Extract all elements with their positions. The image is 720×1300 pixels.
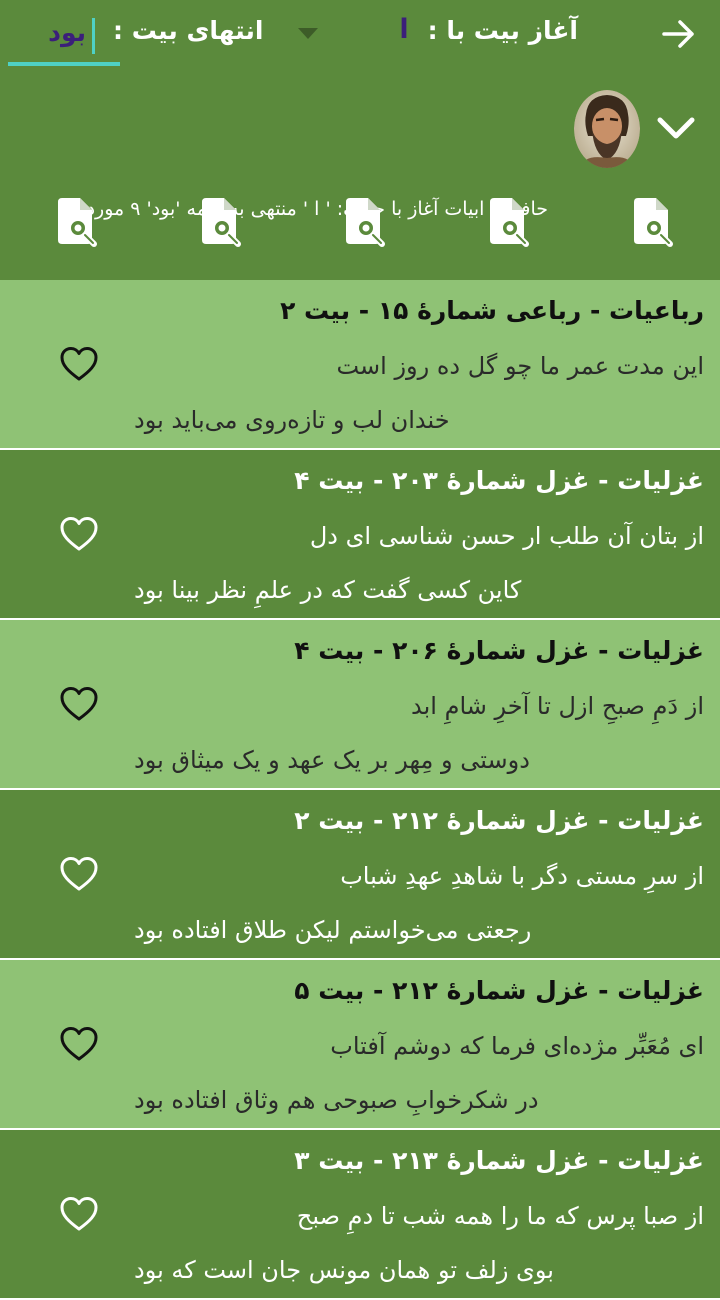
list-item[interactable]: غزلیات - غزل شمارهٔ ۲۰۶ - بیت ۴ از دَمِ … bbox=[0, 620, 720, 790]
input-underline bbox=[8, 62, 120, 66]
end-word-input[interactable]: بود bbox=[8, 10, 120, 66]
start-letter-dropdown[interactable] bbox=[290, 22, 326, 52]
heart-icon[interactable] bbox=[60, 516, 98, 552]
verse-first: ای مُعَبِّر مژده‌ای فرما که دوشم آفتاب bbox=[330, 1032, 704, 1060]
start-letter-value[interactable]: ا bbox=[390, 14, 418, 45]
list-item[interactable]: غزلیات - غزل شمارهٔ ۲۱۲ - بیت ۵ ای مُعَب… bbox=[0, 960, 720, 1130]
verse-second: کاین کسی گفت که در علمِ نظر بینا بود bbox=[134, 576, 522, 604]
poem-title: غزلیات - غزل شمارهٔ ۲۱۳ - بیت ۳ bbox=[294, 1146, 704, 1175]
doc-search-icon[interactable] bbox=[630, 196, 674, 252]
expand-chevron-icon[interactable] bbox=[654, 112, 698, 146]
end-word-value: بود bbox=[48, 18, 86, 47]
verse-first: این مدت عمر ما چو گل ده روز است bbox=[336, 352, 704, 380]
top-toolbar: آغاز بیت با : ا انتهای بیت : بود bbox=[0, 0, 720, 80]
results-list: رباعیات - رباعی شمارهٔ ۱۵ - بیت ۲ این مد… bbox=[0, 280, 720, 1300]
verse-first: از صبا پرس که ما را همه شب تا دمِ صبح bbox=[296, 1202, 704, 1230]
poem-title: غزلیات - غزل شمارهٔ ۲۱۲ - بیت ۵ bbox=[294, 976, 704, 1005]
list-item[interactable]: غزلیات - غزل شمارهٔ ۲۱۳ - بیت ۳ از صبا پ… bbox=[0, 1130, 720, 1300]
heart-icon[interactable] bbox=[60, 856, 98, 892]
text-cursor bbox=[92, 18, 95, 54]
heart-icon[interactable] bbox=[60, 1196, 98, 1232]
end-word-label: انتهای بیت : bbox=[113, 16, 264, 45]
verse-first: از دَمِ صبحِ ازل تا آخرِ شامِ ابد bbox=[411, 692, 704, 720]
heart-icon[interactable] bbox=[60, 346, 98, 382]
list-item[interactable]: رباعیات - رباعی شمارهٔ ۱۵ - بیت ۲ این مد… bbox=[0, 280, 720, 450]
doc-search-icon[interactable] bbox=[486, 196, 530, 252]
back-arrow-icon[interactable] bbox=[658, 14, 698, 54]
heart-icon[interactable] bbox=[60, 686, 98, 722]
start-letter-label: آغاز بیت با : bbox=[427, 16, 578, 45]
poem-title: غزلیات - غزل شمارهٔ ۲۱۲ - بیت ۲ bbox=[294, 806, 704, 835]
doc-search-icon[interactable] bbox=[54, 196, 98, 252]
poem-title: غزلیات - غزل شمارهٔ ۲۰۶ - بیت ۴ bbox=[294, 636, 704, 665]
verse-second: در شکرخوابِ صبوحی هم وثاق افتاده بود bbox=[134, 1086, 539, 1114]
search-action-row bbox=[0, 196, 720, 260]
verse-first: از سرِ مستی دگر با شاهدِ عهدِ شباب bbox=[340, 862, 704, 890]
dropdown-caret-icon bbox=[298, 28, 318, 39]
poem-title: رباعیات - رباعی شمارهٔ ۱۵ - بیت ۲ bbox=[280, 296, 704, 325]
heart-icon[interactable] bbox=[60, 1026, 98, 1062]
doc-search-icon[interactable] bbox=[198, 196, 242, 252]
verse-second: رجعتی می‌خواستم لیکن طلاق افتاده بود bbox=[134, 916, 532, 944]
doc-search-icon[interactable] bbox=[342, 196, 386, 252]
verse-second: خندان لب و تازه‌روی می‌باید بود bbox=[134, 406, 450, 434]
poem-title: غزلیات - غزل شمارهٔ ۲۰۳ - بیت ۴ bbox=[294, 466, 704, 495]
list-item[interactable]: غزلیات - غزل شمارهٔ ۲۰۳ - بیت ۴ از بتان … bbox=[0, 450, 720, 620]
poet-portrait[interactable] bbox=[574, 90, 640, 168]
list-item[interactable]: غزلیات - غزل شمارهٔ ۲۱۲ - بیت ۲ از سرِ م… bbox=[0, 790, 720, 960]
verse-second: دوستی و مِهر بر یک عهد و یک میثاق بود bbox=[134, 746, 530, 774]
verse-first: از بتان آن طلب ار حسن شناسی ای دل bbox=[309, 522, 704, 550]
